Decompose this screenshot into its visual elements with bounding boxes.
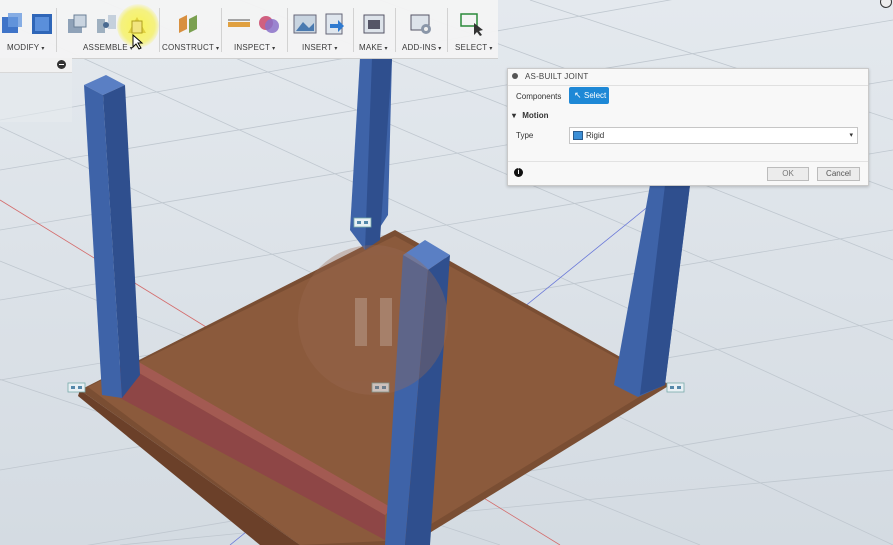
cancel-button[interactable]: Cancel	[817, 167, 860, 181]
assemble-label[interactable]: ASSEMBLE ▾	[83, 43, 133, 52]
make-group[interactable]: MAKE ▾	[354, 0, 394, 58]
construct-group[interactable]: CONSTRUCT ▾	[160, 0, 220, 58]
joint-marker-back[interactable]	[353, 217, 372, 228]
dropdown-arrow-icon: ▾	[849, 132, 853, 139]
add-ins-label[interactable]: ADD-INS ▾	[402, 43, 442, 52]
insert-label[interactable]: INSERT ▾	[302, 43, 338, 52]
collapse-icon[interactable]	[57, 60, 66, 69]
select-icon[interactable]	[459, 11, 485, 37]
press-pull-icon[interactable]	[0, 11, 26, 37]
joint-icon[interactable]	[94, 11, 120, 37]
select-label[interactable]: SELECT ▾	[455, 43, 493, 52]
mouse-pointer-icon	[132, 34, 144, 50]
rigid-joint-icon	[573, 131, 583, 140]
joint-type-dropdown[interactable]: Rigid ▾	[569, 127, 858, 144]
type-label: Type	[516, 131, 534, 140]
make-label[interactable]: MAKE ▾	[359, 43, 388, 52]
dialog-menu-icon[interactable]	[512, 73, 518, 79]
components-select-button[interactable]: ↖ Select	[569, 87, 609, 104]
dialog-divider	[508, 161, 868, 162]
inspect-group[interactable]: INSPECT ▾	[222, 0, 286, 58]
joint-marker-left[interactable]	[67, 382, 86, 393]
toolbar-separator	[56, 8, 57, 52]
select-group[interactable]: SELECT ▾	[448, 0, 498, 58]
scripts-addins-icon[interactable]	[408, 11, 434, 37]
ribbon-toolbar: MODIFY ▾ ASSEMBLE ▾ CONSTRUCT ▾ INSPECT ▾	[0, 0, 498, 59]
inspect-label[interactable]: INSPECT ▾	[234, 43, 275, 52]
browser-panel-strip	[0, 58, 72, 73]
modify-label[interactable]: MODIFY ▾	[7, 43, 45, 52]
construct-label[interactable]: CONSTRUCT ▾	[162, 43, 219, 52]
insert-mesh-icon[interactable]	[322, 11, 348, 37]
joint-type-value: Rigid	[586, 131, 605, 140]
pause-overlay-icon[interactable]	[298, 245, 448, 395]
dialog-title: AS-BUILT JOINT	[525, 72, 589, 81]
select-button-label: Select	[584, 91, 607, 100]
insert-image-icon[interactable]	[292, 11, 318, 37]
as-built-joint-dialog: AS-BUILT JOINT Components ↖ Select ▾ Mot…	[507, 68, 869, 186]
collapse-triangle-icon: ▾	[512, 111, 517, 120]
components-label: Components	[516, 92, 562, 101]
info-icon[interactable]: i	[514, 168, 523, 177]
3d-print-icon[interactable]	[361, 11, 387, 37]
interference-icon[interactable]	[256, 11, 282, 37]
measure-icon[interactable]	[226, 11, 252, 37]
new-component-icon[interactable]	[64, 11, 90, 37]
ok-button[interactable]: OK	[767, 167, 809, 181]
motion-section-header[interactable]: ▾ Motion	[512, 111, 548, 120]
fillet-icon[interactable]	[29, 11, 55, 37]
joint-marker-right[interactable]	[666, 382, 685, 393]
offset-plane-icon[interactable]	[175, 11, 201, 37]
modify-group[interactable]: MODIFY ▾	[0, 0, 55, 58]
select-cursor-icon: ↖	[574, 90, 582, 100]
dialog-title-bar[interactable]: AS-BUILT JOINT	[508, 69, 868, 86]
add-ins-group[interactable]: ADD-INS ▾	[396, 0, 446, 58]
grid-ruler-labels	[0, 72, 72, 122]
insert-group[interactable]: INSERT ▾	[288, 0, 352, 58]
motion-label: Motion	[522, 111, 549, 120]
